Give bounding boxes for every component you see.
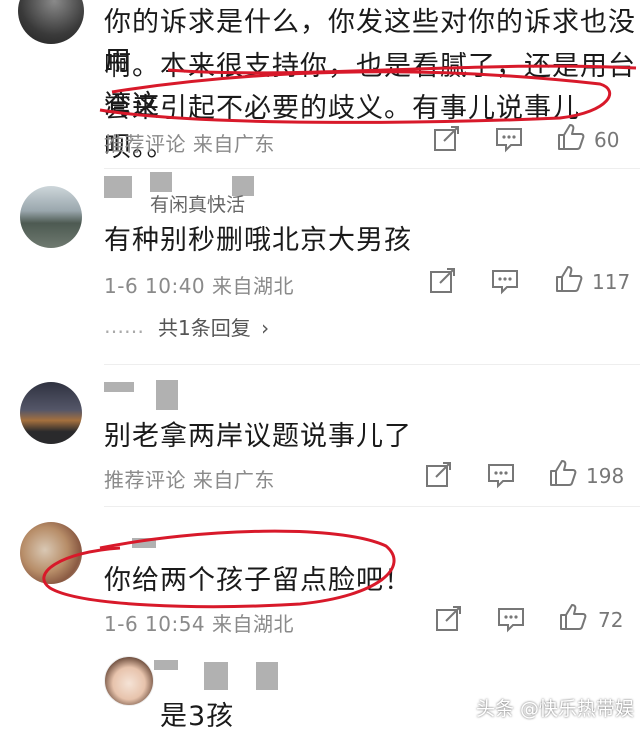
watermark: 头条 @快乐热带娱 bbox=[476, 698, 635, 720]
red-annotation bbox=[42, 64, 637, 609]
